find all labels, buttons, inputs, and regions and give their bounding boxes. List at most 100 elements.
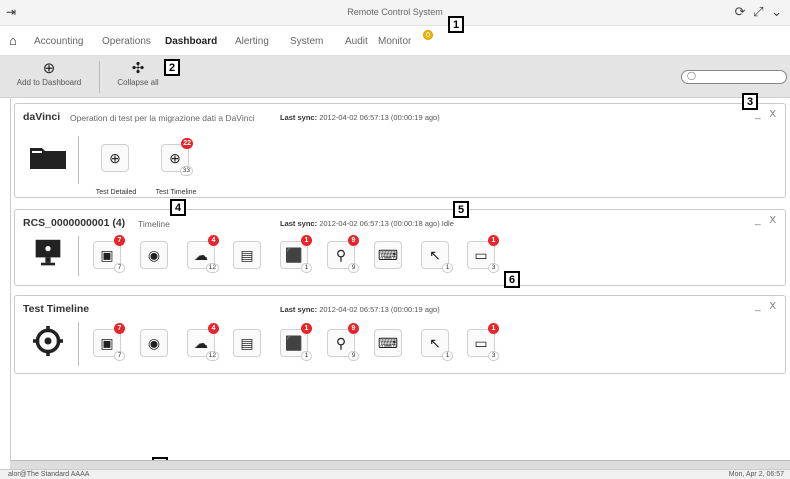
panel-davinci: daVinci Operation di test per la migrazi… [14, 103, 786, 198]
count-badge: 1 [442, 263, 453, 273]
alert-badge: 1 [301, 323, 312, 334]
alert-badge: 1 [301, 235, 312, 246]
panel-divider [78, 136, 79, 184]
module-clipboard[interactable]: ▤ [233, 241, 261, 269]
eye-icon: ◉ [147, 247, 161, 263]
panel-controls[interactable]: _ X [755, 215, 779, 226]
monitor-badge: 0 [423, 30, 433, 40]
panel-controls[interactable]: _ X [755, 109, 779, 120]
panel-title: RCS_0000000001 (4) [23, 217, 126, 229]
search-icon: ◯ [687, 71, 696, 80]
count-badge: 3 [488, 351, 499, 361]
annotation-marker: 2 [164, 59, 180, 76]
dashboard-content: daVinci Operation di test per la migrazi… [10, 98, 790, 460]
panel-description: Operation di test per la migrazione dati… [70, 113, 255, 123]
module-chat[interactable]: ☁ 4 12 [187, 235, 219, 273]
module-label: Test Detailed [95, 189, 137, 196]
window-controls[interactable]: ⟳ ⤢ ⌄ [735, 4, 784, 20]
panel-target: Test Timeline Last sync: 2012-04-02 06:5… [14, 295, 786, 374]
panel-divider [78, 236, 79, 276]
title-bar: ⇥ Remote Control System ⟳ ⤢ ⌄ [0, 0, 790, 26]
panel-controls[interactable]: _ X [755, 301, 779, 312]
collapse-all-label: Collapse all [117, 78, 159, 87]
module-mouse-click[interactable]: ↖ 1 [421, 241, 453, 273]
add-dashboard-icon: ⊕ [42, 60, 56, 77]
bottom-scrollbar[interactable] [10, 460, 790, 469]
module-eye[interactable]: ◉ [140, 329, 168, 357]
search-input[interactable]: ◯ [681, 70, 787, 84]
collapse-all-button[interactable]: ✣ Collapse all [110, 60, 166, 87]
main-nav: ⌂ Accounting Operations Dashboard Alerti… [0, 26, 790, 56]
nav-monitor[interactable]: Monitor [378, 36, 411, 47]
chip-icon: ⬛ [285, 247, 303, 263]
file-search-icon: ⚲ [335, 247, 347, 263]
chip-icon: ⬛ [285, 335, 303, 351]
count-badge: 1 [301, 263, 312, 273]
panel-sync: Last sync: 2012-04-02 06:57:13 (00:00:19… [280, 305, 440, 314]
desktop-computer-icon [35, 239, 61, 266]
alert-badge: 22 [181, 138, 193, 149]
count-badge: 12 [205, 263, 219, 273]
toolbar-divider [99, 61, 100, 93]
nav-dashboard[interactable]: Dashboard [165, 36, 217, 47]
module-monitor[interactable]: ▭ 1 3 [467, 235, 499, 273]
alert-badge: 7 [114, 235, 125, 246]
module-terminal[interactable]: ▣ 7 7 [93, 323, 125, 361]
alert-badge: 9 [348, 235, 359, 246]
count-badge: 3 [488, 263, 499, 273]
annotation-marker: 1 [448, 16, 464, 33]
count-badge: 12 [205, 351, 219, 361]
mouse-click-icon: ↖ [429, 335, 441, 351]
nav-audit[interactable]: Audit [345, 36, 368, 47]
status-user: alor@The Standard AAAA [8, 471, 90, 478]
module-chip[interactable]: ⬛ 1 1 [280, 235, 312, 273]
alert-badge: 4 [208, 235, 219, 246]
count-badge: 7 [114, 351, 125, 361]
count-badge: 1 [301, 351, 312, 361]
nav-alerting[interactable]: Alerting [235, 36, 269, 47]
status-bar: alor@The Standard AAAA Mon, Apr 2, 06:57 [0, 469, 790, 479]
panel-description: Timeline [138, 219, 170, 229]
count-badge: 9 [348, 351, 359, 361]
module-file-search[interactable]: ⚲ 9 9 [327, 323, 359, 361]
module-file-search[interactable]: ⚲ 9 9 [327, 235, 359, 273]
count-badge: 33 [179, 166, 193, 176]
panel-divider [78, 322, 79, 366]
module-chip[interactable]: ⬛ 1 1 [280, 323, 312, 361]
terminal-icon: ▣ [100, 335, 114, 351]
eye-icon: ◉ [147, 335, 161, 351]
operation-test-detailed[interactable]: ⊕ Test Detailed [96, 144, 136, 196]
module-mouse-click[interactable]: ↖ 1 [421, 329, 453, 361]
operation-test-timeline[interactable]: ⊕ 22 33 Test Timeline [156, 138, 196, 196]
monitor-icon: ▭ [474, 335, 488, 351]
add-to-dashboard-label: Add to Dashboard [16, 78, 82, 87]
monitor-icon: ▭ [474, 247, 488, 263]
nav-accounting[interactable]: Accounting [34, 36, 83, 47]
sync-value: 2012-04-02 06:57:13 (00:00:18 ago) Idle [319, 219, 454, 228]
module-keyboard[interactable]: ⌨ [374, 241, 402, 269]
panel-sync: Last sync: 2012-04-02 06:57:13 (00:00:19… [280, 113, 440, 122]
module-monitor[interactable]: ▭ 1 3 [467, 323, 499, 361]
module-clipboard[interactable]: ▤ [233, 329, 261, 357]
status-datetime: Mon, Apr 2, 06:57 [728, 471, 784, 478]
panel-agent: RCS_0000000001 (4) Timeline Last sync: 2… [14, 209, 786, 286]
nav-operations[interactable]: Operations [102, 36, 151, 47]
sync-value: 2012-04-02 06:57:13 (00:00:19 ago) [319, 113, 440, 122]
module-terminal[interactable]: ▣ 7 7 [93, 235, 125, 273]
add-to-dashboard-button[interactable]: ⊕ Add to Dashboard [6, 60, 92, 87]
alert-badge: 9 [348, 323, 359, 334]
annotation-marker: 4 [170, 199, 186, 216]
keyboard-icon: ⌨ [377, 335, 399, 351]
annotation-marker: 3 [742, 93, 758, 110]
count-badge: 9 [348, 263, 359, 273]
module-keyboard[interactable]: ⌨ [374, 329, 402, 357]
count-badge: 1 [442, 351, 453, 361]
nav-system[interactable]: System [290, 36, 323, 47]
annotation-marker: 6 [504, 271, 520, 288]
clipboard-icon: ▤ [240, 335, 254, 351]
panel-sync: Last sync: 2012-04-02 06:57:13 (00:00:18… [280, 219, 454, 228]
module-eye[interactable]: ◉ [140, 241, 168, 269]
home-icon[interactable]: ⌂ [9, 33, 17, 48]
folder-icon [30, 148, 66, 169]
module-chat[interactable]: ☁ 4 12 [187, 323, 219, 361]
